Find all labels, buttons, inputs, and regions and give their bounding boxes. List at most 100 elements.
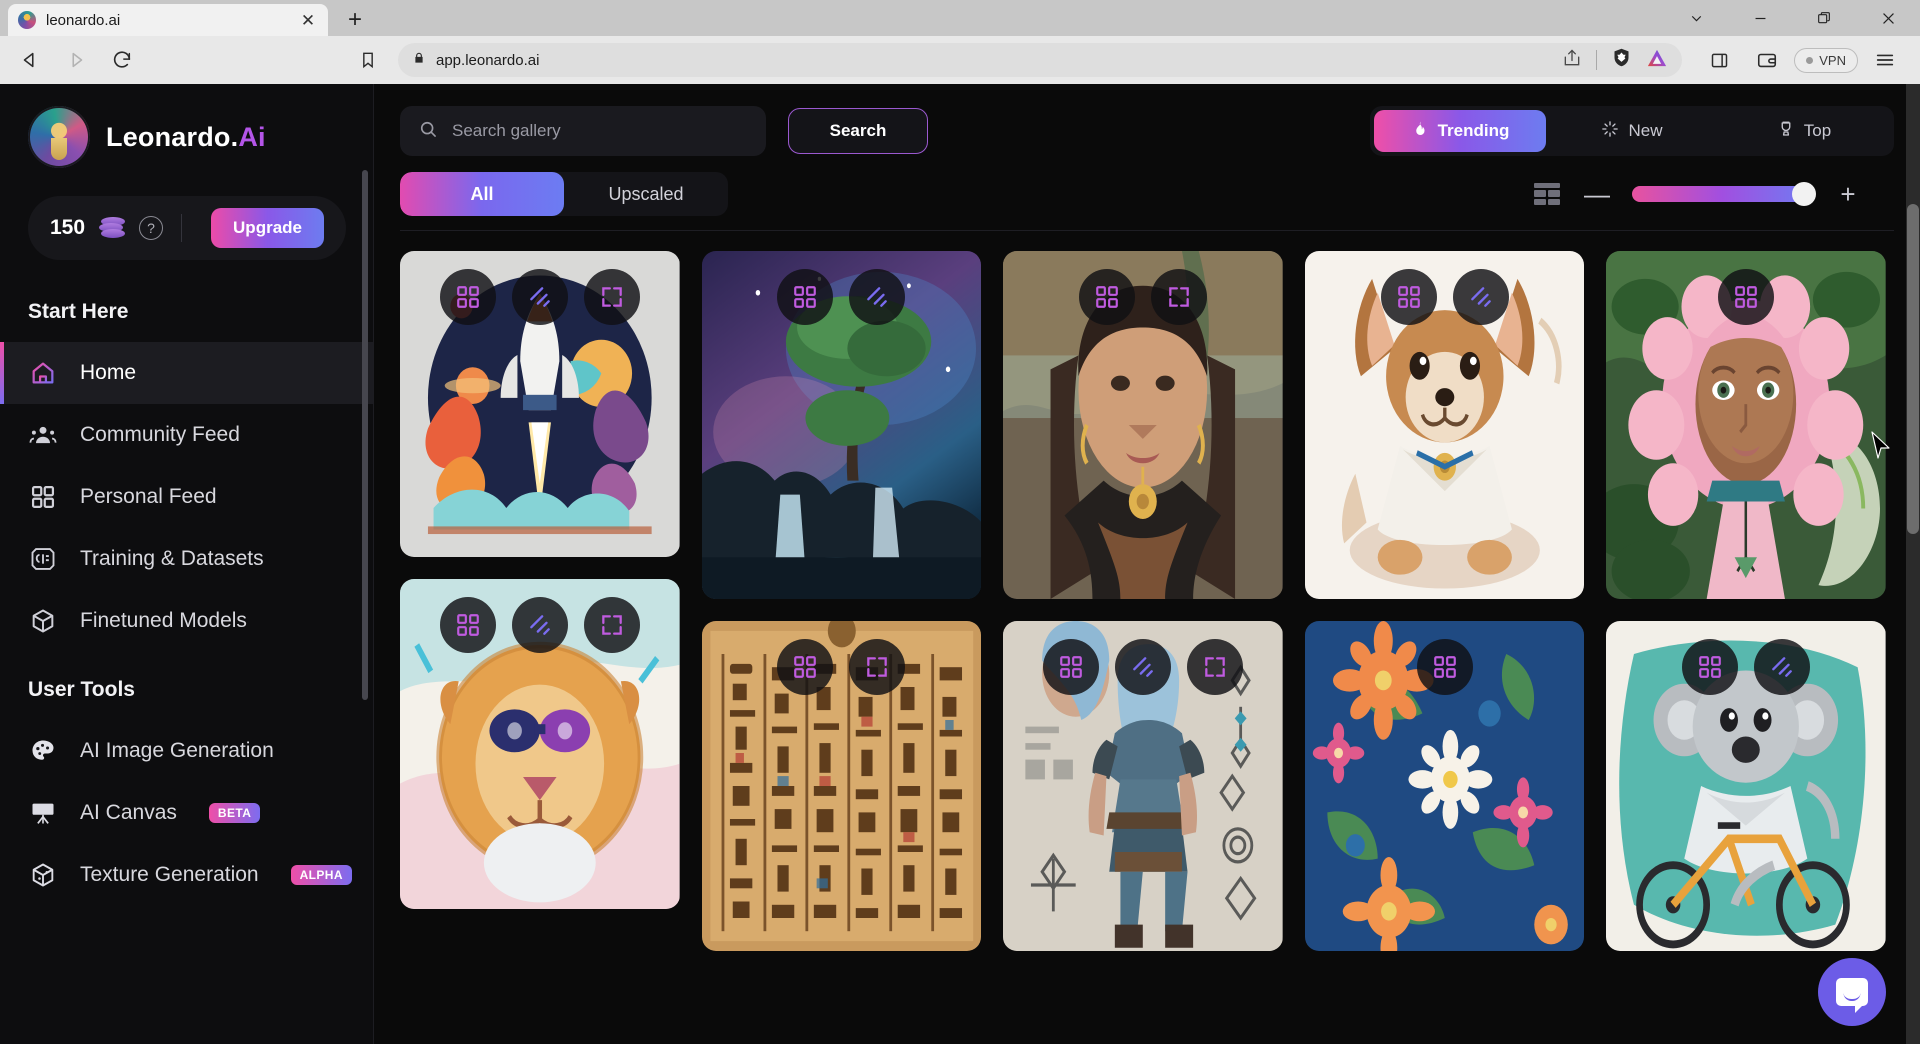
forward-icon [56, 40, 96, 80]
omnibox-actions [1562, 47, 1668, 73]
bookmark-icon[interactable] [348, 40, 388, 80]
artwork-papyrus [701, 621, 982, 951]
new-tab-button[interactable]: + [340, 8, 370, 32]
zoom-out-button[interactable]: — [1584, 181, 1610, 207]
back-icon[interactable] [10, 40, 50, 80]
people-icon [28, 420, 58, 450]
browser-window: leonardo.ai ✕ + app.leonardo.ai VPN Leon… [0, 0, 1920, 1044]
filter-new[interactable]: New [1546, 110, 1718, 152]
main-content: Search gallery Search Trending New Top A… [374, 84, 1920, 1044]
divider [181, 214, 183, 242]
artwork-floral [1304, 621, 1585, 951]
minimize-button[interactable] [1728, 0, 1792, 36]
grid-squares-icon [28, 482, 58, 512]
sidebar-item-training-datasets[interactable]: Training & Datasets [0, 528, 374, 590]
sidebar-item-finetuned-models[interactable]: Finetuned Models [0, 590, 374, 652]
zoom-controls: — + [1534, 181, 1894, 207]
sidebar-panel-icon[interactable] [1698, 40, 1740, 80]
wallet-icon[interactable] [1746, 40, 1788, 80]
sidebar-scrollbar-thumb[interactable] [362, 170, 368, 700]
leonardo-favicon-icon [18, 11, 36, 29]
sidebar-section-start-here: Start Here [28, 300, 129, 323]
zoom-slider-knob[interactable] [1792, 182, 1816, 206]
gallery-scrollbar-thumb[interactable] [1907, 204, 1919, 534]
close-icon[interactable]: ✕ [298, 12, 318, 29]
vpn-status-dot [1806, 56, 1814, 64]
artwork-rocket [400, 251, 680, 557]
zoom-slider[interactable] [1632, 182, 1816, 206]
sidebar-item-personal-feed[interactable]: Personal Feed [0, 466, 374, 528]
close-window-button[interactable] [1856, 0, 1920, 36]
filter-label: New [1628, 121, 1663, 140]
brand-name-suffix: Ai [238, 121, 266, 152]
lock-icon [412, 51, 426, 70]
filter-top[interactable]: Top [1718, 110, 1890, 152]
search-placeholder: Search gallery [452, 121, 561, 140]
brave-rewards-icon[interactable] [1646, 48, 1668, 73]
sidebar-item-label: Personal Feed [80, 485, 217, 508]
gallery-card[interactable] [400, 579, 680, 909]
reload-icon[interactable] [102, 40, 142, 80]
leonardo-logo-icon [28, 106, 90, 168]
artwork-lion [400, 579, 680, 909]
search-button[interactable]: Search [788, 108, 928, 154]
tab-strip: leonardo.ai ✕ + [0, 0, 1920, 36]
divider [1596, 50, 1598, 70]
vpn-label: VPN [1819, 52, 1846, 68]
browser-toolbar: app.leonardo.ai VPN [0, 36, 1920, 84]
segment-upscaled[interactable]: Upscaled [564, 172, 728, 216]
sidebar-item-label: Finetuned Models [80, 609, 247, 632]
share-icon[interactable] [1562, 48, 1582, 73]
url-text: app.leonardo.ai [436, 51, 540, 69]
status-badge: ALPHA [290, 865, 352, 885]
layout-grid-icon[interactable] [1534, 183, 1560, 205]
hamburger-menu-icon[interactable] [1864, 40, 1906, 80]
window-controls [1664, 0, 1920, 36]
sidebar-item-home[interactable]: Home [0, 342, 374, 404]
restore-button[interactable] [1792, 0, 1856, 36]
search-icon [418, 119, 438, 144]
zoom-in-button[interactable]: + [1836, 181, 1860, 207]
intercom-chat-launcher[interactable] [1818, 958, 1886, 1026]
image-gallery [374, 231, 1920, 1044]
gallery-card[interactable] [1606, 621, 1886, 951]
address-bar[interactable]: app.leonardo.ai [398, 43, 1683, 77]
gallery-card[interactable] [1304, 251, 1585, 599]
sidebar-item-texture-generation[interactable]: Texture Generation ALPHA [0, 844, 374, 906]
training-chip-icon [28, 544, 58, 574]
sidebar-section-user-tools: User Tools [28, 678, 135, 701]
brave-shield-icon[interactable] [1611, 47, 1632, 73]
artwork-tree [701, 251, 982, 599]
toolbar-bottom-row: All Upscaled — + [400, 172, 1894, 216]
brand-logo-row[interactable]: Leonardo.Ai [0, 106, 374, 168]
gallery-card[interactable] [1606, 251, 1886, 599]
gallery-card[interactable] [1003, 621, 1283, 951]
sidebar-item-label: AI Image Generation [80, 739, 274, 762]
sidebar-item-community-feed[interactable]: Community Feed [0, 404, 374, 466]
gallery-card[interactable] [701, 621, 982, 951]
help-circle-icon[interactable]: ? [139, 216, 164, 240]
status-badge: BETA [208, 803, 261, 823]
artwork-koala [1606, 621, 1886, 951]
app-sidebar: Leonardo.Ai 150 ? Upgrade Start Here Hom… [0, 84, 374, 1044]
filter-trending[interactable]: Trending [1374, 110, 1546, 152]
gallery-card[interactable] [701, 251, 982, 599]
tab-search-chevron-down-icon[interactable] [1664, 0, 1728, 36]
vpn-badge[interactable]: VPN [1794, 47, 1858, 73]
gallery-card[interactable] [400, 251, 680, 557]
cube-icon [28, 606, 58, 636]
sidebar-item-ai-canvas[interactable]: AI Canvas BETA [0, 782, 374, 844]
home-icon [28, 358, 58, 388]
credits-amount: 150 [50, 216, 86, 239]
upgrade-button[interactable]: Upgrade [211, 208, 324, 248]
gallery-card[interactable] [1304, 621, 1585, 951]
artwork-fairy [1606, 251, 1886, 599]
browser-tab[interactable]: leonardo.ai ✕ [8, 4, 328, 36]
search-input[interactable]: Search gallery [400, 106, 766, 156]
gallery-card[interactable] [1003, 251, 1283, 599]
sidebar-item-label: Home [80, 361, 137, 384]
sidebar-item-label: AI Canvas [80, 801, 177, 824]
sidebar-item-ai-image-generation[interactable]: AI Image Generation [0, 720, 374, 782]
segment-all[interactable]: All [400, 172, 564, 216]
chat-bubble-icon [1836, 978, 1868, 1013]
